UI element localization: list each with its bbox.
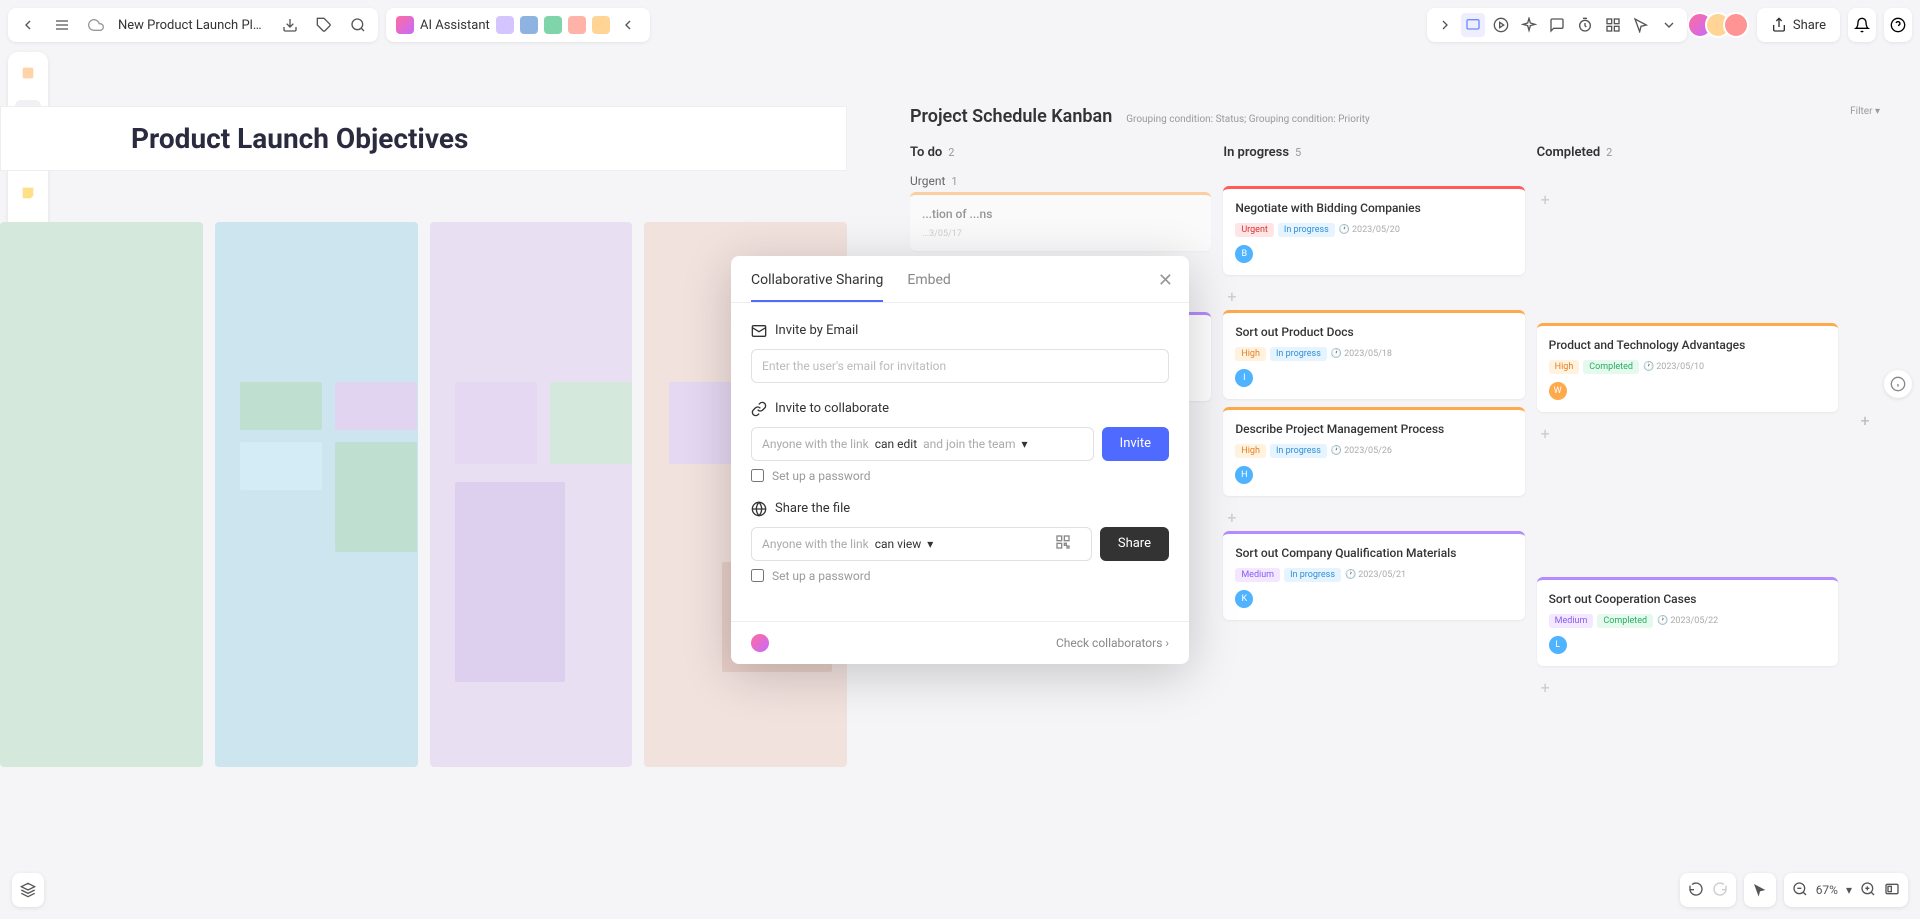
link-icon xyxy=(751,401,767,417)
cursor-mode[interactable] xyxy=(1744,873,1776,907)
modal-tabs: Collaborative Sharing Embed ✕ xyxy=(731,256,1189,303)
checkbox-input[interactable] xyxy=(751,469,764,482)
redo-icon[interactable] xyxy=(1712,881,1728,900)
tab-collaborative-sharing[interactable]: Collaborative Sharing xyxy=(751,272,883,302)
tab-embed[interactable]: Embed xyxy=(907,272,950,302)
chevron-down-icon: ▾ xyxy=(927,537,933,551)
zoom-level[interactable]: 67% xyxy=(1816,883,1838,897)
checkbox-input[interactable] xyxy=(751,569,764,582)
section-invite-link: Invite to collaborate xyxy=(751,401,1169,417)
email-input[interactable] xyxy=(751,349,1169,383)
password-checkbox-2[interactable]: Set up a password xyxy=(751,569,1169,583)
minimap-icon[interactable] xyxy=(1884,881,1900,900)
zoom-out-icon[interactable] xyxy=(1792,881,1808,900)
close-icon[interactable]: ✕ xyxy=(1158,270,1173,291)
globe-icon xyxy=(751,501,767,517)
qr-code-icon[interactable] xyxy=(1055,534,1075,554)
link-permission-select[interactable]: Anyone with the link can edit and join t… xyxy=(751,427,1094,461)
share-modal: Collaborative Sharing Embed ✕ Invite by … xyxy=(731,256,1189,664)
layers-button[interactable] xyxy=(12,873,44,907)
zoom-controls: 67% ▾ xyxy=(1784,873,1908,907)
chevron-down-icon: ▾ xyxy=(1021,437,1027,451)
chevron-down-icon[interactable]: ▾ xyxy=(1846,883,1852,897)
email-icon xyxy=(751,323,767,339)
section-share-file: Share the file xyxy=(751,501,1169,517)
undo-redo-group xyxy=(1680,873,1736,907)
share-file-button[interactable]: Share xyxy=(1100,527,1169,561)
undo-icon[interactable] xyxy=(1688,881,1704,900)
section-invite-email: Invite by Email xyxy=(751,323,1169,339)
zoom-in-icon[interactable] xyxy=(1860,881,1876,900)
modal-overlay: Collaborative Sharing Embed ✕ Invite by … xyxy=(0,0,1920,919)
file-permission-select[interactable]: Anyone with the link can view ▾ xyxy=(751,527,1092,561)
invite-button[interactable]: Invite xyxy=(1102,427,1169,461)
password-checkbox-1[interactable]: Set up a password xyxy=(751,469,1169,483)
brand-logo-icon xyxy=(751,634,769,652)
check-collaborators-link[interactable]: Check collaborators › xyxy=(1056,636,1169,650)
